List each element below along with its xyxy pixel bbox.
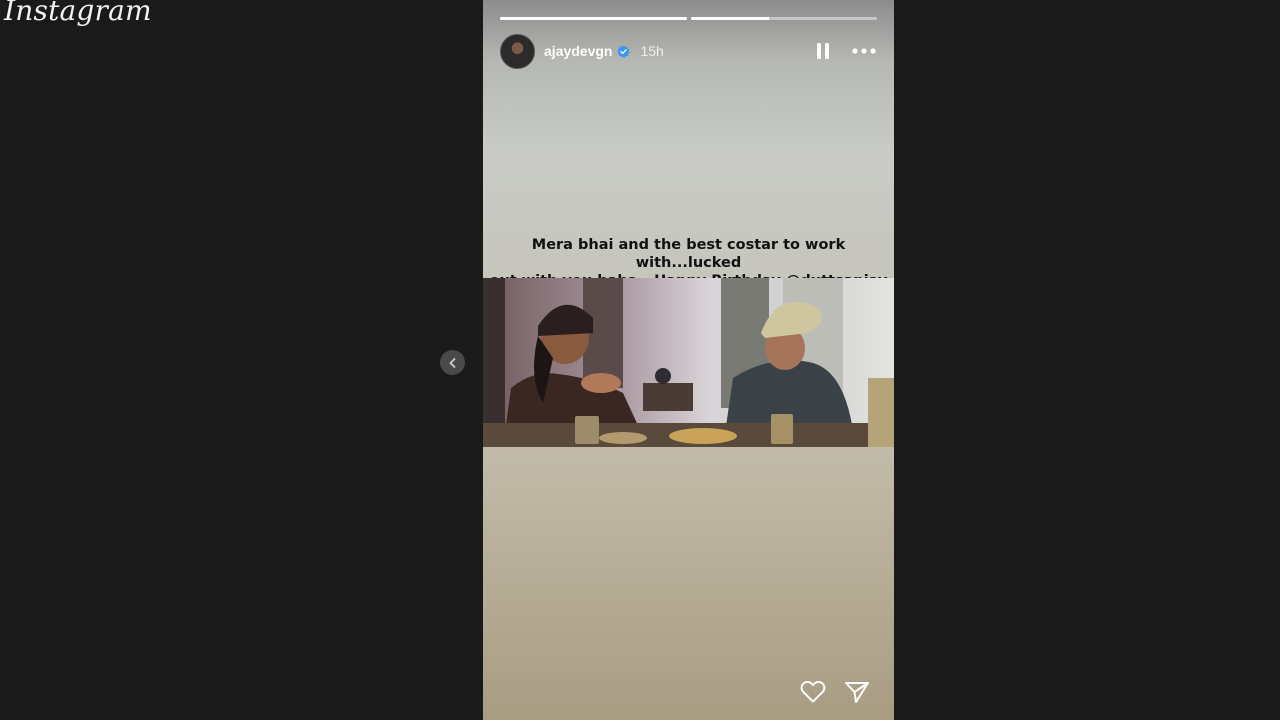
post-time: 15h — [640, 43, 664, 59]
story-actions — [800, 680, 870, 704]
send-icon — [845, 682, 869, 703]
story-progress — [500, 17, 877, 20]
story-header: ajaydevgn 15h — [500, 33, 877, 69]
like-button[interactable] — [800, 680, 826, 704]
progress-segment — [690, 17, 877, 20]
story-viewer[interactable]: ajaydevgn 15h Mera bhai and the best cos… — [483, 0, 894, 720]
more-options-icon — [852, 48, 876, 54]
instagram-logo[interactable]: Instagram — [4, 0, 152, 27]
pause-button[interactable] — [811, 39, 835, 63]
pause-icon — [817, 43, 829, 59]
heart-icon — [800, 680, 826, 703]
progress-segment — [500, 17, 687, 20]
verified-badge-icon — [617, 44, 631, 58]
avatar[interactable] — [500, 33, 535, 69]
share-button[interactable] — [844, 680, 870, 704]
username[interactable]: ajaydevgn — [544, 43, 612, 59]
more-options-button[interactable] — [851, 39, 877, 63]
caption-line-1: Mera bhai and the best costar to work wi… — [531, 237, 846, 271]
previous-story-button[interactable] — [440, 350, 465, 375]
movie-still-image — [483, 278, 894, 447]
story-photo — [483, 278, 894, 447]
chevron-left-icon — [449, 357, 455, 368]
